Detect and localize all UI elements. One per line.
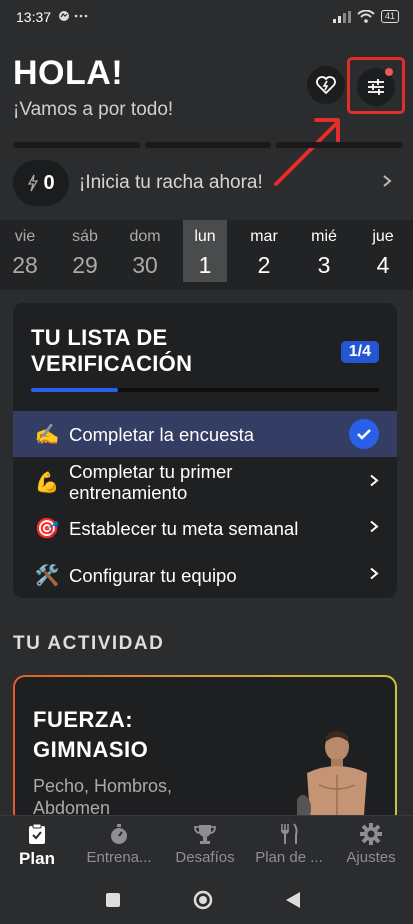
battery-icon: 41 (380, 10, 399, 23)
streak-banner[interactable]: 0 ¡Inicia tu racha ahora! (13, 160, 398, 206)
workout-muscles: Pecho, Hombros, Abdomen (33, 776, 173, 818)
workout-card[interactable]: FUERZA: GIMNASIO Pecho, Hombros, Abdomen (13, 675, 397, 825)
chevron-right-icon (369, 565, 379, 585)
progress-segment (276, 142, 404, 148)
checklist-item[interactable]: 🛠️ Configurar tu equipo (13, 552, 397, 598)
tab-plan[interactable]: Plan (0, 822, 78, 869)
checklist-item[interactable]: ✍️ Completar la encuesta (13, 411, 397, 457)
tab-train-label: Entrena... (86, 849, 152, 866)
clipboard-icon (0, 822, 78, 846)
recent-apps-button[interactable] (106, 893, 120, 907)
system-nav-bar (0, 877, 413, 924)
tab-challenges[interactable]: Desafíos (164, 822, 246, 866)
day-number: 3 (317, 252, 331, 278)
day-name: lun (194, 228, 216, 245)
checkmark-icon (349, 419, 379, 449)
day-name: dom (129, 228, 161, 245)
item-emoji-icon: 🎯 (34, 517, 60, 540)
checklist-progress-bar (31, 388, 379, 392)
checklist-card: TU LISTA DE VERIFICACIÓN 1/4 ✍️ Completar… (13, 303, 397, 598)
notification-icons (58, 10, 92, 25)
day-name: mié (311, 228, 337, 245)
tab-challenges-label: Desafíos (175, 849, 235, 866)
heart-bolt-icon (316, 76, 336, 95)
fork-knife-icon (248, 822, 330, 846)
page-title: HOLA! (13, 54, 124, 92)
day-number: 29 (72, 252, 98, 278)
chevron-right-icon (369, 518, 379, 538)
item-emoji-icon: 🛠️ (34, 564, 60, 587)
day-number: 30 (132, 252, 158, 278)
back-button[interactable] (286, 892, 300, 908)
calendar-day[interactable]: lun 1 (183, 220, 227, 282)
streak-text: ¡Inicia tu racha ahora! (79, 172, 263, 193)
athlete-illustration (297, 731, 367, 823)
calendar-day[interactable]: dom 30 (123, 220, 167, 282)
health-button[interactable] (307, 66, 345, 104)
day-number: 2 (257, 252, 271, 278)
day-number: 28 (12, 252, 38, 278)
day-name: sáb (72, 228, 98, 245)
progress-segment (13, 142, 140, 148)
week-calendar: vie 28 sáb 29 dom 30 lun 1 mar 2 mié 3 jue 4 (0, 220, 413, 290)
tab-settings[interactable]: Ajustes (330, 822, 412, 866)
checklist-progress-badge: 1/4 (340, 341, 379, 363)
day-name: mar (250, 228, 278, 245)
tab-settings-label: Ajustes (346, 849, 396, 866)
status-bar: 13:37 41 (0, 0, 413, 36)
signal-icon (332, 10, 351, 23)
page-subtitle: ¡Vamos a por todo! (13, 99, 174, 120)
status-time: 13:37 (16, 9, 52, 25)
item-emoji-icon: 💪 (34, 471, 60, 494)
day-name: jue (372, 228, 394, 245)
bottom-tab-bar: Plan Entrena... Desafíos Plan de ... Aju… (0, 815, 413, 878)
checklist-item-label: Establecer tu meta semanal (69, 517, 299, 539)
day-number: 1 (198, 252, 212, 278)
gear-icon (330, 822, 412, 846)
trophy-icon (164, 822, 246, 846)
calendar-day[interactable]: sáb 29 (63, 220, 107, 282)
chevron-right-icon (369, 472, 379, 492)
streak-count: 0 (43, 171, 55, 194)
checklist-item[interactable]: 💪 Completar tu primer entrenamiento (13, 459, 397, 505)
chevron-right-icon (382, 172, 392, 193)
calendar-day[interactable]: mié 3 (302, 220, 346, 282)
stopwatch-icon (78, 822, 160, 846)
lightning-icon (28, 174, 39, 192)
tab-train[interactable]: Entrena... (78, 822, 160, 866)
day-number: 4 (376, 252, 390, 278)
calendar-day[interactable]: mar 2 (242, 220, 286, 282)
progress-segment (144, 142, 272, 148)
day-name: vie (14, 228, 36, 245)
checklist-title: TU LISTA DE VERIFICACIÓN (31, 325, 193, 376)
checklist-item-label: Completar tu primer entrenamiento (69, 461, 233, 503)
checklist-item[interactable]: 🎯 Establecer tu meta semanal (13, 505, 397, 551)
calendar-day[interactable]: vie 28 (3, 220, 47, 282)
calendar-day[interactable]: jue 4 (361, 220, 405, 282)
streak-counter: 0 (13, 160, 69, 206)
checklist-item-label: Configurar tu equipo (69, 564, 237, 586)
tab-plan-label: Plan (19, 849, 55, 868)
checklist-item-label: Completar la encuesta (69, 423, 255, 445)
workout-title: FUERZA: GIMNASIO (33, 707, 149, 762)
home-button[interactable] (193, 890, 213, 910)
wifi-icon (357, 10, 375, 23)
level-progress (13, 142, 404, 148)
tab-meal-plan-label: Plan de ... (255, 849, 323, 866)
highlight-box (347, 57, 405, 114)
item-emoji-icon: ✍️ (34, 423, 60, 446)
activity-section-title: TU ACTIVIDAD (13, 633, 165, 654)
tab-meal-plan[interactable]: Plan de ... (248, 822, 330, 866)
